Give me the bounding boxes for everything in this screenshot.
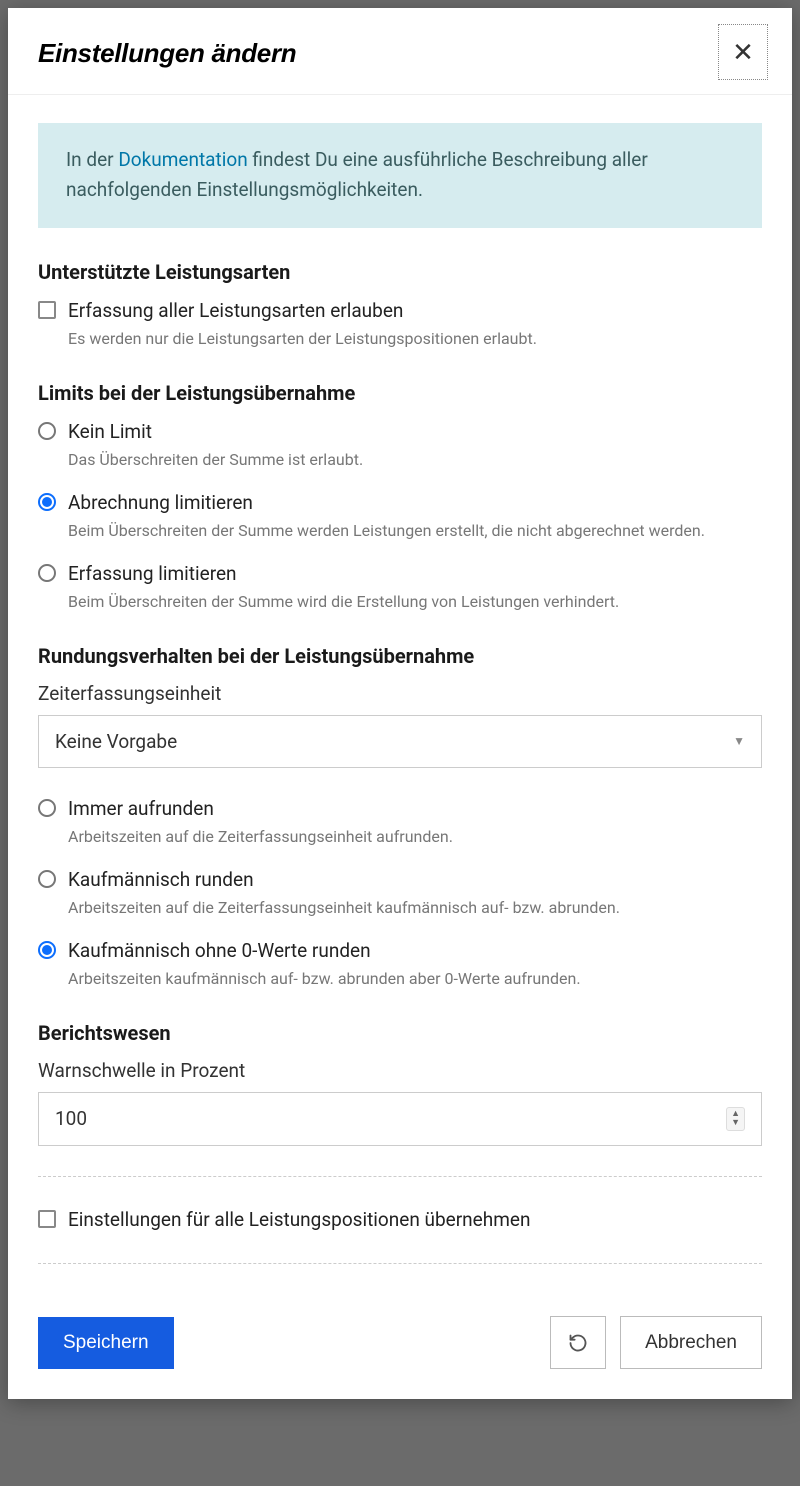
option-label: Kein Limit	[68, 419, 762, 446]
option-no-limit[interactable]: Kein Limit Das Überschreiten der Summe i…	[38, 419, 762, 472]
info-text-prefix: In der	[66, 148, 118, 171]
save-button[interactable]: Speichern	[38, 1317, 174, 1369]
option-limit-entry[interactable]: Erfassung limitieren Beim Überschreiten …	[38, 561, 762, 614]
option-desc: Arbeitszeiten auf die Zeiterfassungseinh…	[68, 826, 762, 848]
reset-button[interactable]	[550, 1316, 606, 1369]
section-title: Limits bei der Leistungsübernahme	[38, 381, 762, 405]
option-label: Immer aufrunden	[68, 796, 762, 823]
option-desc: Beim Überschreiten der Summe werden Leis…	[68, 520, 762, 542]
option-desc: Arbeitszeiten kaufmännisch auf- bzw. abr…	[68, 968, 762, 990]
divider	[38, 1176, 762, 1177]
option-allow-all-types[interactable]: Erfassung aller Leistungsarten erlauben …	[38, 298, 762, 351]
option-commercial-no-zero[interactable]: Kaufmännisch ohne 0-Werte runden Arbeits…	[38, 938, 762, 991]
threshold-label: Warnschwelle in Prozent	[38, 1059, 762, 1082]
section-reporting: Berichtswesen Warnschwelle in Prozent 10…	[38, 1021, 762, 1146]
section-limits: Limits bei der Leistungsübernahme Kein L…	[38, 381, 762, 614]
threshold-input[interactable]: 100 ▲ ▼	[38, 1092, 762, 1146]
section-title: Rundungsverhalten bei der Leistungsübern…	[38, 644, 762, 668]
option-desc: Das Überschreiten der Summe ist erlaubt.	[68, 449, 762, 471]
option-label: Abrechnung limitieren	[68, 490, 762, 517]
option-label: Erfassung limitieren	[68, 561, 762, 588]
option-always-round-up[interactable]: Immer aufrunden Arbeitszeiten auf die Ze…	[38, 796, 762, 849]
checkbox-allow-all[interactable]	[38, 301, 56, 319]
option-label: Kaufmännisch ohne 0-Werte runden	[68, 938, 762, 965]
settings-modal: Einstellungen ändern ✕ In der Dokumentat…	[8, 8, 792, 1399]
section-supported-types: Unterstützte Leistungsarten Erfassung al…	[38, 260, 762, 351]
option-desc: Beim Überschreiten der Summe wird die Er…	[68, 591, 762, 613]
option-commercial-round[interactable]: Kaufmännisch runden Arbeitszeiten auf di…	[38, 867, 762, 920]
radio-limit-entry[interactable]	[38, 564, 56, 582]
section-title: Unterstützte Leistungsarten	[38, 260, 762, 284]
radio-limit-billing[interactable]	[38, 493, 56, 511]
option-desc: Arbeitszeiten auf die Zeiterfassungseinh…	[68, 897, 762, 919]
radio-no-limit[interactable]	[38, 422, 56, 440]
radio-commercial-round[interactable]	[38, 870, 56, 888]
documentation-link[interactable]: Dokumentation	[118, 148, 247, 171]
radio-commercial-no-zero[interactable]	[38, 941, 56, 959]
divider	[38, 1263, 762, 1264]
threshold-value: 100	[55, 1107, 87, 1130]
select-value: Keine Vorgabe	[55, 730, 177, 753]
option-label: Erfassung aller Leistungsarten erlauben	[68, 298, 762, 325]
option-limit-billing[interactable]: Abrechnung limitieren Beim Überschreiten…	[38, 490, 762, 543]
radio-always-round-up[interactable]	[38, 799, 56, 817]
undo-icon	[568, 1333, 588, 1353]
option-desc: Es werden nur die Leistungsarten der Lei…	[68, 328, 762, 350]
modal-header: Einstellungen ändern ✕	[8, 8, 792, 95]
modal-footer: Speichern Abbrechen	[8, 1304, 792, 1399]
cancel-button[interactable]: Abbrechen	[620, 1316, 762, 1369]
checkbox-apply-all[interactable]	[38, 1210, 56, 1228]
section-rounding: Rundungsverhalten bei der Leistungsübern…	[38, 644, 762, 991]
chevron-down-icon: ▼	[733, 734, 745, 748]
modal-body: In der Dokumentation findest Du eine aus…	[8, 95, 792, 1304]
modal-title: Einstellungen ändern	[38, 28, 296, 94]
option-apply-all[interactable]: Einstellungen für alle Leistungsposition…	[38, 1207, 762, 1234]
number-stepper[interactable]: ▲ ▼	[726, 1107, 745, 1131]
option-label: Einstellungen für alle Leistungsposition…	[68, 1207, 762, 1234]
option-label: Kaufmännisch runden	[68, 867, 762, 894]
close-button[interactable]: ✕	[718, 24, 768, 80]
close-icon: ✕	[732, 37, 754, 68]
info-callout: In der Dokumentation findest Du eine aus…	[38, 123, 762, 228]
stepper-down-icon[interactable]: ▼	[731, 1119, 740, 1128]
time-unit-select[interactable]: Keine Vorgabe ▼	[38, 715, 762, 768]
time-unit-label: Zeiterfassungseinheit	[38, 682, 762, 705]
section-title: Berichtswesen	[38, 1021, 762, 1045]
